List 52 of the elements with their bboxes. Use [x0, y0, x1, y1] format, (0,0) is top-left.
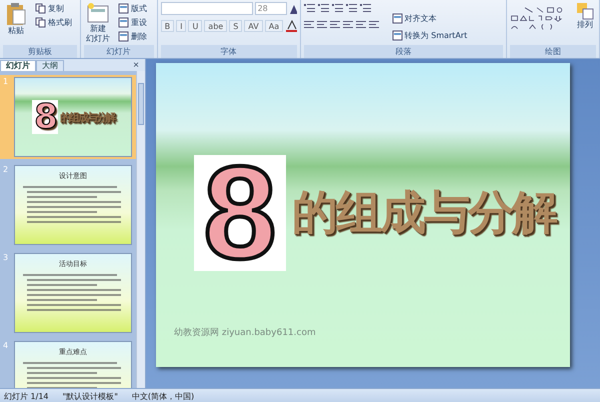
status-text: 中文(简体，中国): [132, 391, 194, 402]
scrollbar[interactable]: [136, 71, 145, 388]
list-icon: [304, 2, 374, 14]
thumbnail-digit: 8: [32, 100, 58, 134]
font-color-icon: [285, 20, 297, 32]
slide-number: 3: [3, 253, 10, 264]
layout-icon: [392, 13, 403, 24]
layout-icon: [118, 31, 129, 42]
clipboard-command[interactable]: 格式刷: [33, 16, 74, 29]
close-button[interactable]: ×: [127, 60, 145, 71]
status-text: "默认设计模板": [62, 391, 118, 402]
format-button[interactable]: S: [229, 20, 242, 32]
font-name-field[interactable]: [160, 2, 253, 15]
pane-tab[interactable]: 大纲: [36, 60, 64, 71]
arrange-button[interactable]: 排列: [574, 2, 596, 30]
thumbnail-title: 的组成与分解: [60, 110, 114, 124]
format-button[interactable]: AV: [244, 20, 263, 32]
new-slide-icon: [86, 2, 110, 24]
layout-icon: [392, 30, 403, 41]
slide-command[interactable]: 删除: [116, 30, 149, 43]
group-label: 字体: [160, 45, 297, 58]
slide-number: 1: [3, 77, 10, 88]
slide-title: 的组成与分解: [292, 184, 556, 241]
digit-eight-graphic: 8: [194, 155, 286, 271]
font-size-field[interactable]: 28: [254, 2, 287, 15]
slide-number: 4: [3, 341, 10, 352]
copy-icon: [35, 3, 46, 14]
new-slide-button[interactable]: 新建 幻灯片: [84, 2, 112, 44]
paragraph-command[interactable]: 转换为 SmartArt: [390, 29, 470, 42]
clipboard-command[interactable]: 复制: [33, 2, 74, 15]
group-label: 绘图: [510, 45, 596, 58]
format-button[interactable]: U: [188, 20, 202, 32]
layout-icon: [118, 3, 129, 14]
status-text: 幻灯片 1/14: [4, 391, 49, 402]
group-label: 幻灯片: [84, 45, 154, 58]
format-button[interactable]: I: [176, 20, 186, 32]
pane-tab[interactable]: 幻灯片: [0, 60, 36, 71]
slide-command[interactable]: 重设: [116, 16, 149, 29]
arrange-icon: [576, 2, 594, 20]
slide-footer: 幼教资源网 ziyuan.baby611.com: [174, 326, 570, 339]
group-label: 剪贴板: [3, 45, 77, 58]
format-button[interactable]: abe: [204, 20, 228, 32]
format-button[interactable]: B: [160, 20, 174, 32]
slide-number: 2: [3, 165, 10, 176]
paragraph-command[interactable]: 对齐文本: [390, 12, 470, 25]
format-button[interactable]: Aa: [264, 20, 284, 32]
group-label: 段落: [304, 45, 503, 58]
slide-command[interactable]: 版式: [116, 2, 149, 15]
paste-button[interactable]: 粘贴: [3, 2, 29, 36]
copy-icon: [35, 17, 46, 28]
layout-icon: [118, 17, 129, 28]
clipboard-icon: [5, 2, 27, 26]
